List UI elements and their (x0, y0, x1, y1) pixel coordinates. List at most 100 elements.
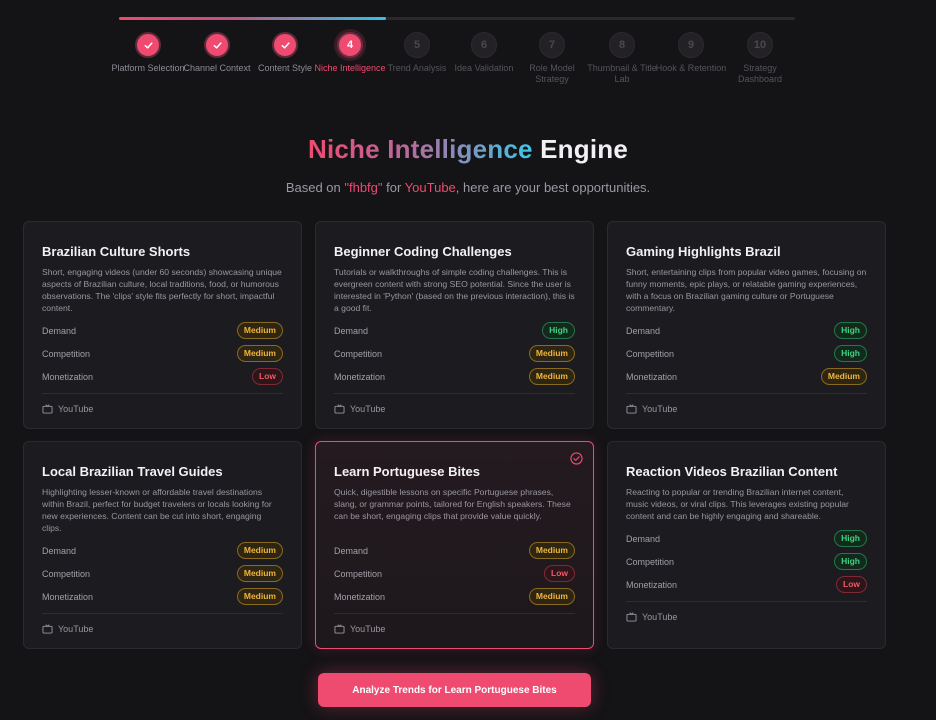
step-number: 9 (678, 32, 704, 58)
metric-competition: Competition Medium (334, 342, 575, 365)
stepper: Platform Selection Channel Context Content… (111, 32, 804, 92)
niche-card-title: Brazilian Culture Shorts (42, 244, 191, 259)
niche-card-description: Short, engaging videos (under 60 seconds… (42, 267, 282, 313)
niche-card-description: Highlighting lesser-known or affordable … (42, 487, 272, 533)
platform-label: YouTube (58, 404, 94, 414)
niche-card-footer: YouTube (42, 393, 283, 414)
metric-label: Demand (42, 325, 77, 336)
niche-card-metrics: Demand Medium Competition Medium Monetizatio… (42, 539, 283, 608)
niche-card-title: Gaming Highlights Brazil (626, 244, 781, 259)
niche-card[interactable]: Brazilian Culture Shorts Short, engaging … (23, 221, 302, 429)
step-label: Channel Context (183, 63, 251, 73)
step-4[interactable]: 4 Niche Intelligence (312, 32, 388, 74)
subtitle-mid: for (382, 180, 405, 195)
check-icon (135, 32, 161, 58)
tv-icon (334, 624, 345, 634)
check-icon (272, 32, 298, 58)
monetization-badge: Medium (820, 368, 867, 385)
metric-label: Demand (626, 533, 661, 544)
metric-label: Demand (334, 545, 369, 556)
metric-demand: Demand Medium (334, 539, 575, 562)
metric-demand: Demand High (626, 319, 867, 342)
demand-badge: Medium (528, 542, 575, 559)
step-label: Idea Validation (454, 63, 514, 73)
analyze-trends-button[interactable]: Analyze Trends for Learn Portuguese Bite… (318, 673, 591, 707)
step-1[interactable]: Platform Selection (110, 32, 186, 74)
metric-monetization: Monetization Medium (334, 365, 575, 388)
niche-card[interactable]: Learn Portuguese Bites Quick, digestible … (315, 441, 594, 649)
niche-card-description: Tutorials or walkthroughs of simple codi… (334, 267, 575, 313)
niche-card-footer: YouTube (626, 393, 867, 414)
niche-card[interactable]: Reaction Videos Brazilian Content Reactin… (607, 441, 886, 649)
step-10[interactable]: 10 Strategy Dashboard (722, 32, 798, 85)
step-label: Platform Selection (111, 63, 185, 73)
metric-label: Monetization (42, 591, 94, 602)
check-circle-icon (570, 452, 583, 465)
subtitle-platform: YouTube (404, 180, 456, 195)
metric-monetization: Monetization Low (42, 365, 283, 388)
niche-card-description: Reacting to popular or trending Brazilia… (626, 487, 849, 521)
tv-icon (334, 404, 345, 414)
competition-badge: Medium (236, 565, 283, 582)
niche-intelligence-page: Platform Selection Channel Context Content… (0, 0, 936, 720)
step-label: Strategy Dashboard (737, 63, 783, 84)
metric-monetization: Monetization Medium (626, 365, 867, 388)
metric-competition: Competition High (626, 342, 867, 365)
monetization-badge: Low (252, 368, 283, 385)
niche-card-metrics: Demand Medium Competition Medium Monetizatio… (42, 319, 283, 388)
demand-badge: Medium (236, 542, 283, 559)
metric-label: Demand (42, 545, 77, 556)
platform-label: YouTube (350, 624, 386, 634)
tv-icon (626, 612, 637, 622)
metric-competition: Competition Low (334, 562, 575, 585)
metric-label: Competition (42, 348, 91, 359)
tv-icon (42, 624, 53, 634)
niche-card-description: Short, entertaining clips from popular v… (626, 267, 867, 313)
page-title: Niche Intelligence Engine (0, 134, 936, 165)
niche-card-footer: YouTube (626, 601, 867, 622)
step-number: 7 (539, 32, 565, 58)
monetization-badge: Medium (528, 368, 575, 385)
metric-label: Monetization (626, 579, 678, 590)
demand-badge: High (834, 322, 867, 339)
niche-card-metrics: Demand High Competition High Monetization Low (626, 527, 867, 596)
metric-label: Monetization (334, 371, 386, 382)
metric-demand: Demand Medium (42, 319, 283, 342)
metric-demand: Demand High (626, 527, 867, 550)
step-5[interactable]: 5 Trend Analysis (379, 32, 455, 74)
check-icon (204, 32, 230, 58)
step-number: 6 (471, 32, 497, 58)
page-subtitle: Based on "fhbfg" for YouTube, here are y… (0, 180, 936, 195)
step-6[interactable]: 6 Idea Validation (446, 32, 522, 74)
step-label: Trend Analysis (387, 63, 447, 73)
metric-monetization: Monetization Medium (334, 585, 575, 608)
niche-card-metrics: Demand Medium Competition Low Monetization Me… (334, 539, 575, 608)
niche-card-title: Beginner Coding Challenges (334, 244, 512, 259)
page-title-plain: Engine (540, 134, 628, 164)
niche-card[interactable]: Local Brazilian Travel Guides Highlightin… (23, 441, 302, 649)
niche-card-description: Quick, digestible lessons on specific Po… (334, 487, 571, 521)
monetization-badge: Medium (236, 588, 283, 605)
step-8[interactable]: 8 Thumbnail & Title Lab (584, 32, 660, 85)
step-2[interactable]: Channel Context (179, 32, 255, 74)
metric-label: Demand (334, 325, 369, 336)
niche-card-metrics: Demand High Competition Medium Monetization M… (334, 319, 575, 388)
metric-demand: Demand Medium (42, 539, 283, 562)
competition-badge: Medium (528, 345, 575, 362)
step-7[interactable]: 7 Role Model Strategy (514, 32, 590, 85)
metric-label: Monetization (334, 591, 386, 602)
step-9[interactable]: 9 Hook & Retention (653, 32, 729, 74)
monetization-badge: Medium (528, 588, 575, 605)
step-number: 10 (747, 32, 773, 58)
niche-card[interactable]: Gaming Highlights Brazil Short, entertain… (607, 221, 886, 429)
demand-badge: Medium (236, 322, 283, 339)
niche-card[interactable]: Beginner Coding Challenges Tutorials or w… (315, 221, 594, 429)
competition-badge: High (834, 345, 867, 362)
metric-demand: Demand High (334, 319, 575, 342)
metric-label: Competition (334, 348, 383, 359)
niche-card-title: Reaction Videos Brazilian Content (626, 464, 838, 479)
platform-label: YouTube (642, 612, 678, 622)
metric-monetization: Monetization Low (626, 573, 867, 596)
step-label: Thumbnail & Title Lab (587, 63, 657, 84)
demand-badge: High (834, 530, 867, 547)
